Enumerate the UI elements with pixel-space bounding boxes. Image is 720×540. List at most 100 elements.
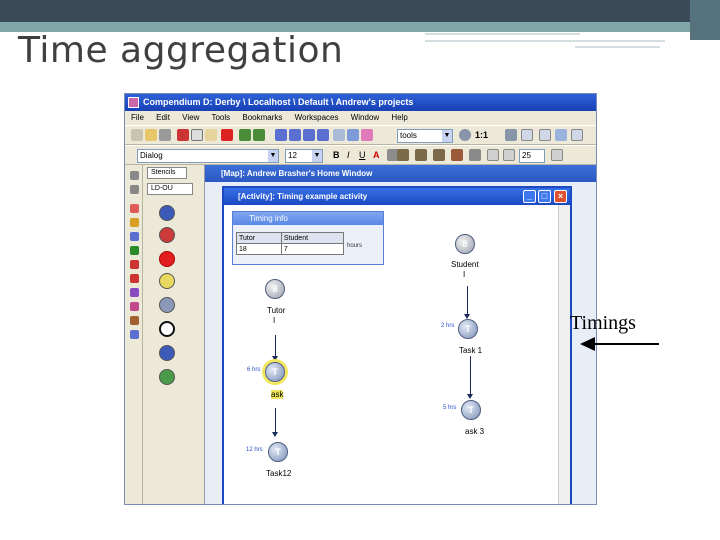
cut-icon[interactable] xyxy=(177,129,189,141)
font-size-combo[interactable]: 12 ▼ xyxy=(285,149,323,163)
fill-icon[interactable] xyxy=(469,149,481,161)
font-size-value: 12 xyxy=(288,151,297,160)
chevron-down-icon[interactable]: ▼ xyxy=(312,150,322,162)
align-icon[interactable] xyxy=(539,129,551,141)
forward-arrow-icon[interactable] xyxy=(289,129,301,141)
window-icon[interactable] xyxy=(333,129,345,141)
tool-icon[interactable] xyxy=(130,260,139,269)
node-style-icon[interactable] xyxy=(397,149,409,161)
timing-value-student[interactable]: 7 xyxy=(280,243,345,255)
stencil-target-icon[interactable] xyxy=(159,321,175,337)
timing-info-panel: Timing info Tutor Student 18 7 hours xyxy=(232,211,384,265)
menu-bookmarks[interactable]: Bookmarks xyxy=(242,113,282,122)
app-titlebar: Compendium D: Derby \ Localhost \ Defaul… xyxy=(125,94,596,111)
arrow-style-icon[interactable] xyxy=(551,149,563,161)
arrow-head-icon xyxy=(272,356,278,361)
bold-button[interactable]: B xyxy=(333,150,340,160)
timing-value-tutor[interactable]: 18 xyxy=(236,243,282,255)
font-family-combo[interactable]: Dialog ▼ xyxy=(137,149,279,163)
tool-icon[interactable] xyxy=(130,316,139,325)
person-icon[interactable]: 8 xyxy=(265,279,285,299)
activity-titlebar[interactable]: [Activity]: Timing example activity _ □ … xyxy=(224,188,570,205)
activity-scrollbar[interactable] xyxy=(558,205,570,504)
stencil-question-icon[interactable] xyxy=(159,369,175,385)
image-icon[interactable] xyxy=(521,129,533,141)
tool-icon[interactable] xyxy=(130,171,139,180)
menu-view[interactable]: View xyxy=(182,113,199,122)
connector-line xyxy=(470,356,471,396)
task3-hours: 5 hrs xyxy=(443,405,457,411)
menu-window[interactable]: Window xyxy=(351,113,379,122)
chevron-down-icon[interactable]: ▼ xyxy=(442,130,452,142)
stencil-person-icon[interactable] xyxy=(159,297,175,313)
tool-icon[interactable] xyxy=(130,302,139,311)
underline-button[interactable]: U xyxy=(359,150,366,160)
zoom-fit-icon[interactable] xyxy=(505,129,517,141)
line-style-icon[interactable] xyxy=(503,149,515,161)
new-icon[interactable] xyxy=(131,129,143,141)
maximize-button[interactable]: □ xyxy=(538,190,551,203)
node-style-icon[interactable] xyxy=(433,149,445,161)
task-icon[interactable]: T xyxy=(461,400,481,420)
stencil-task-icon[interactable] xyxy=(159,205,175,221)
tutor-node-label-2: I xyxy=(273,316,276,325)
font-color-button[interactable]: A xyxy=(373,150,380,160)
node-style-icon[interactable] xyxy=(451,149,463,161)
menu-edit[interactable]: Edit xyxy=(156,113,170,122)
map-titlebar[interactable]: [Map]: Andrew Brasher's Home Window xyxy=(205,165,596,182)
slide-corner-block xyxy=(690,0,720,40)
menu-workspaces[interactable]: Workspaces xyxy=(295,113,339,122)
workspace-icon[interactable] xyxy=(347,129,359,141)
stencil-set-combo[interactable]: LD-OU xyxy=(147,183,193,195)
menu-bar: File Edit View Tools Bookmarks Workspace… xyxy=(125,111,596,125)
task-icon[interactable]: T xyxy=(458,319,478,339)
down-arrow-icon[interactable] xyxy=(317,129,329,141)
stencil-resource-icon[interactable] xyxy=(159,273,175,289)
tool-icon[interactable] xyxy=(130,232,139,241)
tool-icon[interactable] xyxy=(130,204,139,213)
line-size-combo[interactable]: 25 xyxy=(519,149,545,163)
slide-rule xyxy=(425,33,580,35)
timing-info-title[interactable]: Timing info xyxy=(233,212,383,225)
copy-icon[interactable] xyxy=(191,129,203,141)
menu-tools[interactable]: Tools xyxy=(211,113,230,122)
student-node-label-2: I xyxy=(463,270,466,279)
menu-help[interactable]: Help xyxy=(391,113,407,122)
menu-file[interactable]: File xyxy=(131,113,144,122)
arrange-icon[interactable] xyxy=(555,129,567,141)
person-icon[interactable]: 8 xyxy=(455,234,475,254)
paste-icon[interactable] xyxy=(205,129,217,141)
node-style-icon[interactable] xyxy=(415,149,427,161)
minimize-button[interactable]: _ xyxy=(523,190,536,203)
chevron-down-icon[interactable]: ▼ xyxy=(268,150,278,162)
task-icon[interactable]: T xyxy=(268,442,288,462)
search-icon[interactable] xyxy=(459,129,471,141)
tool-icon[interactable] xyxy=(130,288,139,297)
tool-icon[interactable] xyxy=(130,274,139,283)
stencil-t-icon[interactable] xyxy=(159,345,175,361)
close-button[interactable]: × xyxy=(554,190,567,203)
undo-icon[interactable] xyxy=(239,129,251,141)
tool-icon[interactable] xyxy=(130,185,139,194)
tool-icon[interactable] xyxy=(130,218,139,227)
stencils-tab[interactable]: Stencils xyxy=(147,167,187,179)
slide-rule xyxy=(575,46,660,48)
redo-icon[interactable] xyxy=(253,129,265,141)
stencil-stop-icon[interactable] xyxy=(159,227,175,243)
back-arrow-icon[interactable] xyxy=(275,129,287,141)
zoom-label[interactable]: 1:1 xyxy=(475,130,488,140)
up-arrow-icon[interactable] xyxy=(303,129,315,141)
search-combo[interactable]: tools ▼ xyxy=(397,129,453,143)
timings-arrow-line xyxy=(593,343,659,345)
delete-icon[interactable] xyxy=(221,129,233,141)
tool-icon[interactable] xyxy=(130,246,139,255)
line-icon[interactable] xyxy=(487,149,499,161)
layout-icon[interactable] xyxy=(571,129,583,141)
task-icon[interactable]: T xyxy=(265,362,285,382)
save-icon[interactable] xyxy=(159,129,171,141)
stencil-red-dot-icon[interactable] xyxy=(159,251,175,267)
open-folder-icon[interactable] xyxy=(145,129,157,141)
italic-button[interactable]: I xyxy=(347,150,350,160)
help-icon[interactable] xyxy=(361,129,373,141)
tool-icon[interactable] xyxy=(130,330,139,339)
